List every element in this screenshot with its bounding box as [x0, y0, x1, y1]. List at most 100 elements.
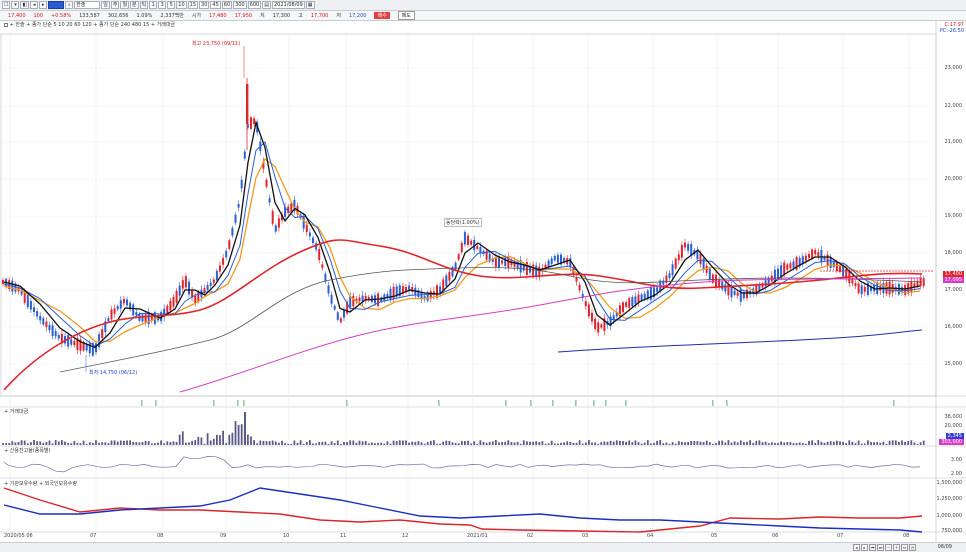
volume-bar: [730, 442, 733, 445]
candle: [448, 271, 451, 281]
volume-bar: [910, 440, 913, 445]
bottom-navigation: ◂ ▸ ⏮ ⏭ －＋ ⇔ ◷ 08/09: [0, 542, 966, 552]
volume-bar: [262, 440, 265, 445]
signal-bar: [575, 400, 577, 406]
volume-bar: [333, 443, 336, 445]
price-axis-label: 22,000: [944, 103, 963, 109]
volume-bar: [801, 443, 804, 445]
volume-panel-label[interactable]: + 거래대금: [4, 408, 28, 415]
candle: [51, 325, 54, 336]
candle: [587, 304, 590, 317]
signal-bar: [243, 400, 245, 406]
volume-bar: [110, 440, 113, 445]
volume-bar: [569, 441, 572, 445]
volume-bar: [206, 433, 209, 445]
volume-bar: [349, 440, 352, 445]
volume-bar: [798, 442, 801, 445]
volume-bar: [752, 442, 755, 445]
volume-bar: [402, 440, 404, 445]
candle: [643, 293, 646, 299]
high-annotation: 최고 23,750 (09/11): [192, 41, 241, 47]
volume-bar: [386, 441, 389, 445]
volume-bar: [727, 440, 730, 445]
candle: [594, 318, 597, 329]
candle: [330, 294, 333, 304]
volume-bar: [811, 440, 813, 445]
candle: [321, 264, 324, 268]
candle: [36, 311, 39, 317]
volume-bar: [61, 440, 63, 445]
volume-bar: [609, 440, 612, 445]
nav-button-4[interactable]: －: [885, 544, 892, 551]
candle: [101, 329, 104, 339]
nav-button-5[interactable]: ＋: [893, 544, 900, 551]
candle: [122, 298, 125, 304]
volume-bar: [315, 443, 317, 445]
candle: [305, 224, 308, 233]
volume-bar: [268, 441, 271, 445]
volume-bar: [265, 441, 268, 445]
volume-bar: [436, 443, 438, 445]
volume-bar: [88, 442, 91, 445]
candle: [312, 237, 314, 244]
volume-bar: [116, 441, 119, 445]
volume-bar: [188, 442, 190, 445]
volume-bar: [702, 442, 705, 445]
volume-bar: [488, 441, 491, 445]
price-chart[interactable]: [0, 0, 966, 552]
nav-button-0[interactable]: ◂: [853, 544, 860, 551]
candle: [479, 247, 482, 253]
volume-bar: [557, 443, 559, 445]
candle: [349, 296, 352, 308]
volume-bar: [222, 430, 224, 445]
foreign-label-2: 1,250,000: [936, 496, 962, 502]
nav-button-7[interactable]: ◷: [909, 544, 916, 551]
volume-bar: [612, 441, 615, 445]
candle: [578, 284, 581, 291]
volume-bar: [600, 442, 603, 445]
legend-box-icon[interactable]: [4, 22, 8, 27]
volume-bar: [305, 441, 308, 445]
candle: [467, 235, 469, 245]
volume-bar: [318, 441, 321, 445]
volume-bar: [922, 440, 925, 445]
x-axis-label: 12: [402, 533, 409, 539]
signal-bar: [552, 400, 554, 406]
candle: [470, 240, 473, 245]
volume-bar: [281, 440, 283, 445]
volume-bar: [842, 441, 844, 445]
credit-line: [3, 456, 921, 473]
foreign-panel-label[interactable]: + 기관보유수량 + 외국인보유수량: [4, 480, 77, 487]
volume-bar: [650, 443, 652, 445]
signal-bar: [712, 400, 714, 406]
nav-button-3[interactable]: ⏭: [877, 544, 884, 551]
candle: [770, 275, 773, 282]
candle: [70, 339, 73, 345]
volume-bar: [240, 424, 243, 445]
candle: [113, 308, 116, 314]
volume-bar: [293, 440, 296, 445]
volume-bar: [57, 441, 60, 445]
candle: [780, 265, 783, 278]
volume-bar: [113, 440, 116, 445]
volume-bar: [491, 441, 494, 445]
volume-bar: [321, 441, 324, 445]
credit-label-2: 2.00: [950, 471, 962, 477]
volume-bar: [417, 441, 420, 445]
nav-button-6[interactable]: ⇔: [901, 544, 908, 551]
candle: [308, 232, 311, 237]
volume-bar: [591, 442, 593, 445]
volume-bar: [628, 440, 631, 445]
credit-panel-label[interactable]: + 신용잔고율(종목별): [4, 447, 50, 454]
volume-bar: [14, 442, 17, 445]
volume-bar: [346, 442, 348, 445]
candle: [57, 335, 60, 339]
foreign-label-4: 750,000: [941, 528, 962, 534]
signal-bar: [593, 400, 595, 406]
nav-button-2[interactable]: ⏮: [869, 544, 876, 551]
volume-bar: [420, 442, 423, 445]
nav-button-1[interactable]: ▸: [861, 544, 868, 551]
volume-bar: [457, 443, 460, 445]
candle: [702, 258, 705, 270]
volume-bar: [495, 440, 497, 445]
